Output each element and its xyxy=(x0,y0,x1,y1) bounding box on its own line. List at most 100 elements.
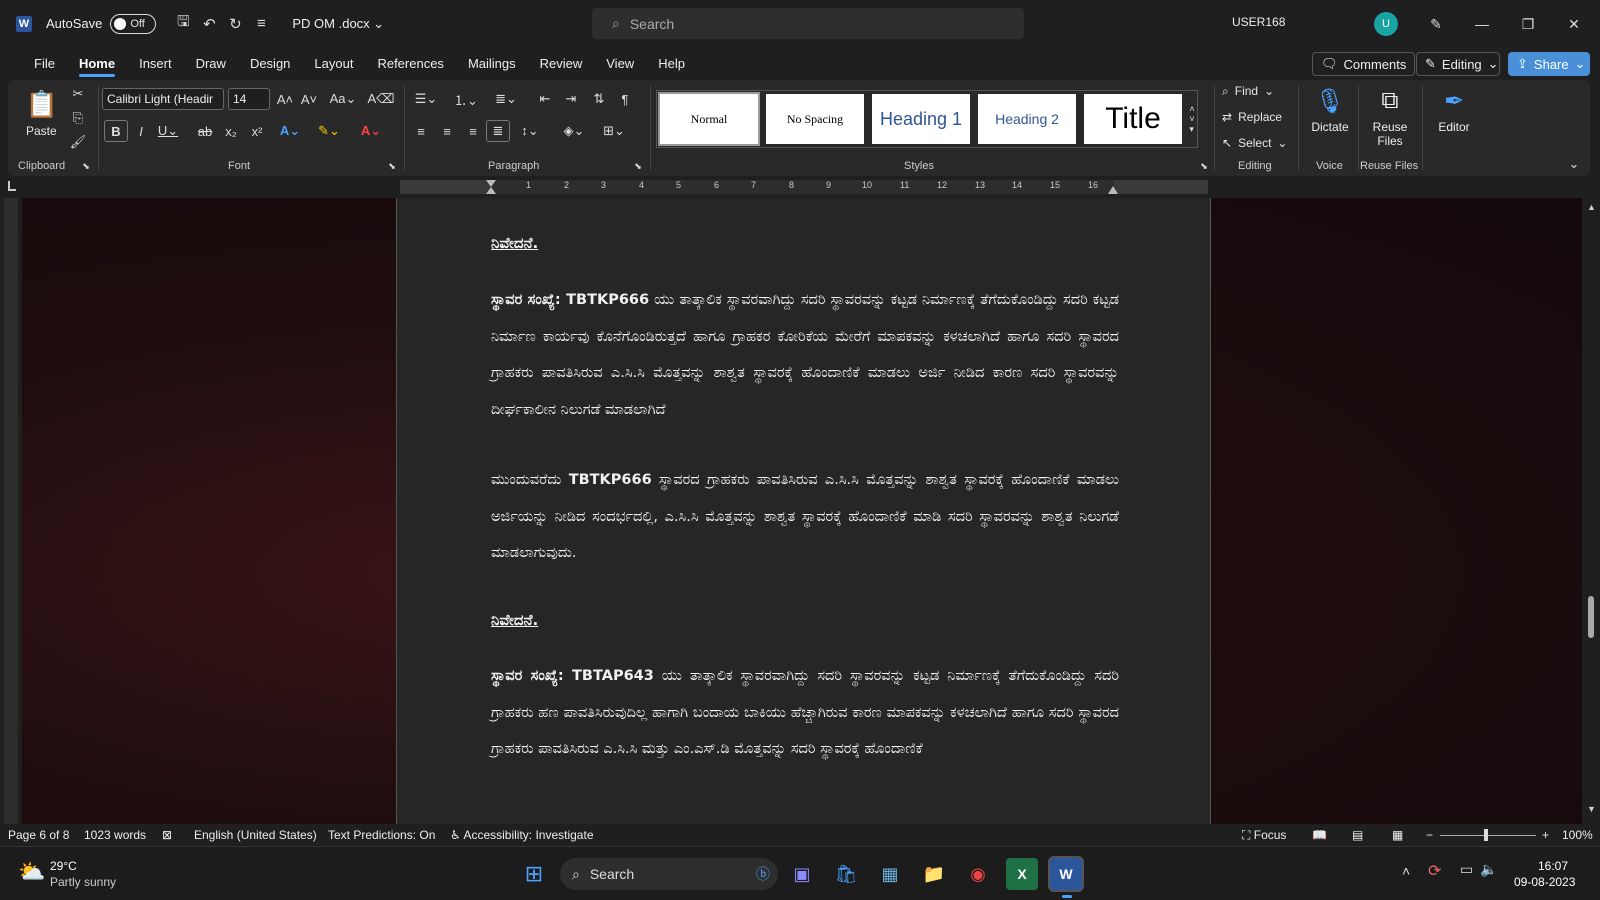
minimize-icon[interactable]: — xyxy=(1468,10,1496,38)
style-no-spacing[interactable]: No Spacing xyxy=(766,94,864,144)
launcher-icon[interactable]: ⬊ xyxy=(1198,160,1210,172)
scroll-down-icon[interactable]: ▼ xyxy=(1587,804,1596,814)
bold-icon[interactable]: B xyxy=(104,120,128,142)
launcher-icon[interactable]: ⬊ xyxy=(632,160,644,172)
text-predictions[interactable]: Text Predictions: On xyxy=(328,828,435,842)
cut-icon[interactable]: ✂ xyxy=(68,84,88,104)
pen-icon[interactable]: ✎ xyxy=(1422,10,1450,38)
strikethrough-icon[interactable]: ab xyxy=(194,120,216,142)
align-right-icon[interactable]: ≡ xyxy=(462,120,484,142)
superscript-icon[interactable]: x² xyxy=(246,120,268,142)
zoom-level[interactable]: 100% xyxy=(1562,828,1593,842)
undo-icon[interactable]: ↶ xyxy=(196,11,222,37)
volume-icon[interactable]: 🔈 xyxy=(1480,861,1497,878)
file-explorer-icon[interactable]: 📁 xyxy=(918,858,950,890)
launcher-icon[interactable]: ⬊ xyxy=(80,160,92,172)
language[interactable]: English (United States) xyxy=(194,828,317,842)
shrink-font-icon[interactable]: A˅ xyxy=(298,88,320,110)
paste-label[interactable]: Paste xyxy=(26,124,57,138)
chevron-up-icon[interactable]: ˄ xyxy=(1402,863,1410,879)
teams-icon[interactable]: ▣ xyxy=(786,858,818,890)
start-icon[interactable]: ⊞ xyxy=(518,858,550,890)
autosave-toggle[interactable]: Off xyxy=(110,13,157,34)
chrome-icon[interactable]: ◉ xyxy=(962,858,994,890)
font-size-select[interactable]: 14 xyxy=(228,88,270,110)
save-icon[interactable]: 🖫 xyxy=(170,11,196,37)
styles-scroll-icon[interactable]: ˄ ˅ ▾ xyxy=(1186,90,1198,148)
dictate-button[interactable]: 🎙 Dictate xyxy=(1302,86,1358,135)
scroll-thumb[interactable] xyxy=(1588,596,1594,638)
show-formatting-icon[interactable]: ¶ xyxy=(614,88,636,110)
increase-indent-icon[interactable]: ⇥ xyxy=(560,88,582,110)
network-icon[interactable]: ▭ xyxy=(1460,861,1473,878)
select-button[interactable]: ↖ Select ⌄ xyxy=(1222,136,1287,150)
underline-icon[interactable]: U⌄ xyxy=(154,120,182,142)
sort-icon[interactable]: ⇅ xyxy=(588,88,610,110)
font-name-select[interactable]: Calibri Light (Headir xyxy=(102,88,224,110)
proofing-icon[interactable]: ⊠ xyxy=(162,828,172,842)
align-center-icon[interactable]: ≡ xyxy=(436,120,458,142)
tab-design[interactable]: Design xyxy=(238,47,302,79)
style-title[interactable]: Title xyxy=(1084,94,1182,144)
customize-qat-icon[interactable]: ≡ xyxy=(248,11,274,37)
word-icon[interactable]: W xyxy=(1048,856,1084,892)
collapse-ribbon-icon[interactable]: ⌄ xyxy=(1566,156,1582,172)
close-icon[interactable]: ✕ xyxy=(1560,10,1588,38)
highlight-icon[interactable]: ✎⌄ xyxy=(314,120,344,142)
copy-icon[interactable]: ⎘ xyxy=(68,108,88,128)
sync-icon[interactable]: ⟳ xyxy=(1428,861,1441,881)
find-button[interactable]: ⌕ Find ⌄ xyxy=(1222,84,1274,99)
italic-icon[interactable]: I xyxy=(130,120,152,142)
shading-icon[interactable]: ◈⌄ xyxy=(558,120,590,142)
avatar[interactable]: U xyxy=(1374,12,1398,36)
clock-time[interactable]: 16:07 xyxy=(1538,859,1568,873)
align-left-icon[interactable]: ≡ xyxy=(410,120,432,142)
text-effects-icon[interactable]: A⌄ xyxy=(276,120,304,142)
weather-icon[interactable]: ⛅ xyxy=(18,859,45,885)
multilevel-list-icon[interactable]: ≣⌄ xyxy=(490,88,522,110)
tab-draw[interactable]: Draw xyxy=(184,47,238,79)
launcher-icon[interactable]: ⬊ xyxy=(386,160,398,172)
print-layout-icon[interactable]: ▤ xyxy=(1352,828,1363,842)
vertical-scrollbar[interactable]: ▲ ▼ xyxy=(1582,198,1600,824)
style-heading-2[interactable]: Heading 2 xyxy=(978,94,1076,144)
horizontal-ruler[interactable]: 1 2 3 4 5 6 7 8 9 10 11 12 13 14 15 16 xyxy=(0,178,1600,196)
tab-mailings[interactable]: Mailings xyxy=(456,47,528,79)
style-heading-1[interactable]: Heading 1 xyxy=(872,94,970,144)
word-count[interactable]: 1023 words xyxy=(84,828,146,842)
calculator-icon[interactable]: ▦ xyxy=(874,858,906,890)
reuse-files-button[interactable]: ⧉ Reuse Files xyxy=(1362,86,1418,148)
clear-formatting-icon[interactable]: A⌫ xyxy=(367,88,394,110)
format-painter-icon[interactable]: 🖌 xyxy=(68,132,88,152)
zoom-slider[interactable] xyxy=(1440,835,1536,836)
tab-insert[interactable]: Insert xyxy=(127,47,184,79)
font-color-icon[interactable]: A⌄ xyxy=(356,120,386,142)
paste-icon[interactable]: 📋 xyxy=(26,88,58,120)
taskbar-search[interactable]: ⌕ Search ⓑ xyxy=(560,858,778,890)
subscript-icon[interactable]: x₂ xyxy=(220,120,242,142)
decrease-indent-icon[interactable]: ⇤ xyxy=(534,88,556,110)
web-layout-icon[interactable]: ▦ xyxy=(1392,828,1403,842)
zoom-out-icon[interactable]: − xyxy=(1426,828,1433,842)
tab-file[interactable]: File xyxy=(22,47,67,79)
numbering-icon[interactable]: ⒈⌄ xyxy=(450,88,482,110)
replace-button[interactable]: ⇄ Replace xyxy=(1222,110,1282,124)
share-button[interactable]: ⇪ Share ⌄ xyxy=(1508,52,1590,76)
grow-font-icon[interactable]: A˄ xyxy=(274,88,296,110)
document-page[interactable]: ನಿವೇದನೆ. ಸ್ಥಾವರ ಸಂಖ್ಯೆ: TBTKP666 ಯು ತಾತ್… xyxy=(396,198,1211,824)
excel-icon[interactable]: X xyxy=(1006,858,1038,890)
document-name[interactable]: PD OM .docx ⌄ xyxy=(292,16,384,32)
clock-date[interactable]: 09-08-2023 xyxy=(1514,875,1575,889)
zoom-slider-thumb[interactable] xyxy=(1484,829,1488,841)
store-icon[interactable]: 🛍 xyxy=(830,858,862,890)
tab-review[interactable]: Review xyxy=(528,47,595,79)
line-spacing-icon[interactable]: ↕⌄ xyxy=(514,120,546,142)
tab-layout[interactable]: Layout xyxy=(302,47,365,79)
editor-button[interactable]: ✒ Editor xyxy=(1426,86,1482,135)
style-normal[interactable]: Normal xyxy=(658,92,760,146)
justify-icon[interactable]: ≣ xyxy=(486,120,510,142)
tab-stop-icon[interactable] xyxy=(8,181,16,191)
restore-icon[interactable]: ❐ xyxy=(1514,10,1542,38)
redo-icon[interactable]: ↻ xyxy=(222,11,248,37)
weather-temp[interactable]: 29°C xyxy=(50,859,77,873)
